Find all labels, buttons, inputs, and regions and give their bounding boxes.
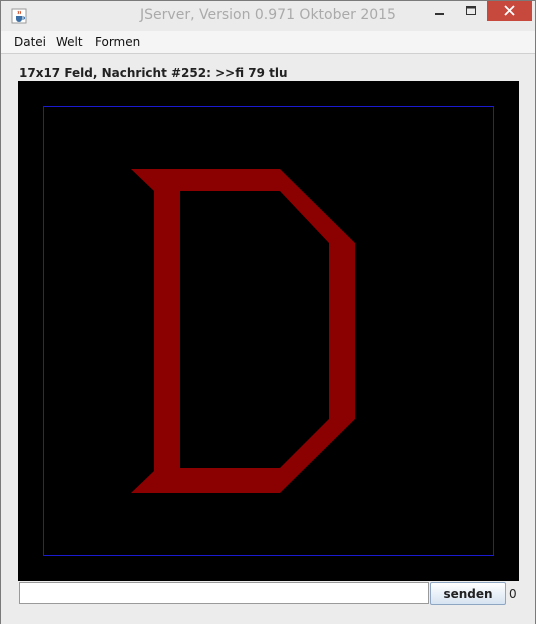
title-bar[interactable]: JServer, Version 0.971 Oktober 2015 — [1, 1, 535, 31]
message-counter: 0 — [509, 587, 517, 601]
menu-datei[interactable]: Datei — [14, 35, 46, 49]
menu-formen[interactable]: Formen — [95, 35, 140, 49]
message-input[interactable] — [19, 582, 429, 604]
minimize-icon — [435, 13, 444, 15]
letter-d-shape — [131, 169, 355, 493]
maximize-icon — [466, 6, 476, 15]
maximize-button[interactable] — [456, 1, 486, 21]
main-panel: 17x17 Feld, Nachricht #252: >>fi 79 tlu … — [1, 54, 535, 624]
minimize-button[interactable] — [425, 1, 455, 21]
status-label: 17x17 Feld, Nachricht #252: >>fi 79 tlu — [19, 66, 288, 80]
menu-welt[interactable]: Welt — [56, 35, 83, 49]
app-window: JServer, Version 0.971 Oktober 2015 Date… — [0, 0, 536, 624]
close-button[interactable] — [487, 1, 532, 21]
send-button[interactable]: senden — [430, 582, 506, 605]
menu-bar: Datei Welt Formen — [1, 31, 535, 54]
board-canvas[interactable] — [18, 81, 519, 581]
close-icon — [504, 5, 515, 16]
